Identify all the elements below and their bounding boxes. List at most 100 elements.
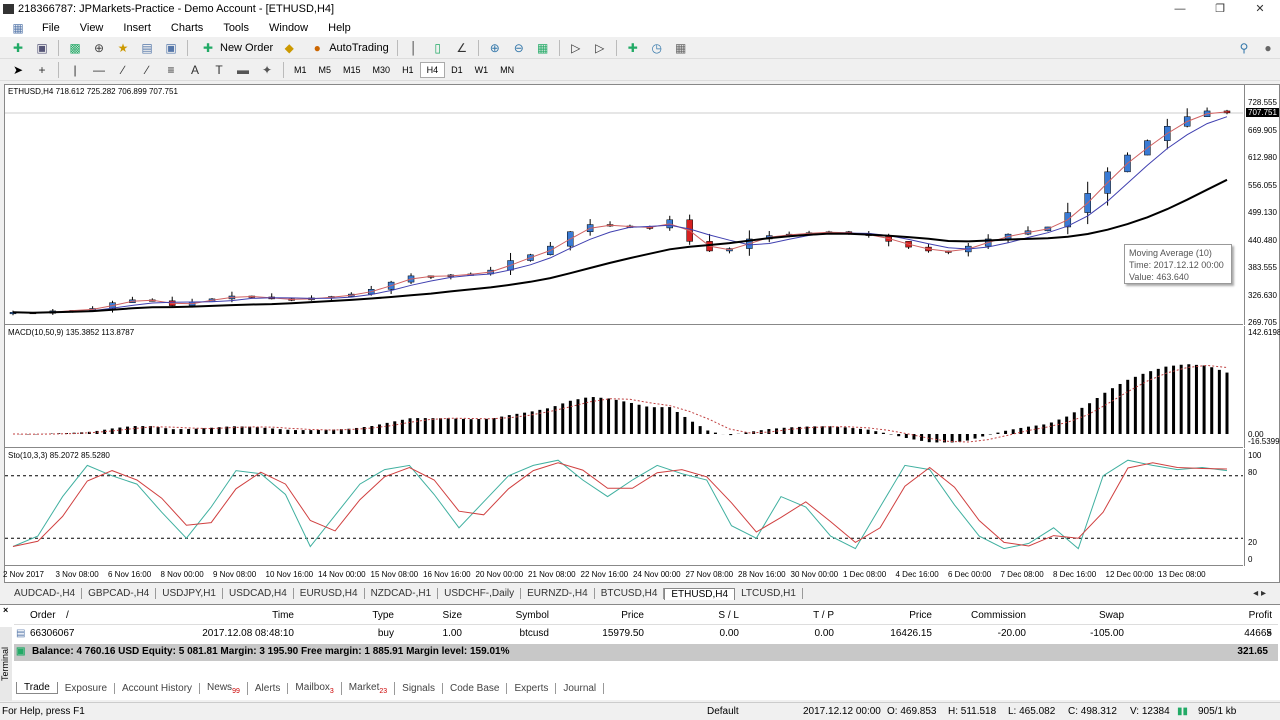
fibonacci-icon[interactable]: ≡ [163,62,179,78]
text-label-icon[interactable]: T [211,62,227,78]
arrows-icon[interactable]: ✦ [259,62,275,78]
minimize-button[interactable]: — [1165,0,1195,18]
column-header[interactable]: S / L [718,610,739,621]
trendline-icon[interactable]: ∕ [115,62,131,78]
menu-tools[interactable]: Tools [213,22,259,34]
timeframe-h4[interactable]: H4 [419,61,446,78]
menu-insert[interactable]: Insert [113,22,161,34]
column-header[interactable]: Time [272,610,294,621]
terminal-tab-code-base[interactable]: Code Base [443,682,508,694]
restore-button[interactable]: ❐ [1205,0,1235,18]
indicators-icon[interactable]: ✚ [625,40,641,56]
chart-tab[interactable]: USDJPY,H1 [156,588,223,599]
new-order-button[interactable]: ✚ New Order [192,40,277,56]
chart-tab[interactable]: EURUSD,H4 [294,588,365,599]
profiles-icon[interactable]: ▣ [34,40,50,56]
terminal-tab-exposure[interactable]: Exposure [58,682,116,694]
close-terminal-icon[interactable]: × [3,605,8,615]
column-header[interactable]: Symbol [516,610,549,621]
column-header[interactable]: Commission [971,610,1026,621]
timeframe-mn[interactable]: MN [494,63,520,77]
cursor-icon[interactable]: ➤ [10,62,26,78]
terminal-side-label: Terminal [0,627,12,701]
tab-scroll-arrows[interactable]: ◂ ▸ [1247,588,1272,599]
bar-chart-icon[interactable]: │ [406,40,422,56]
auto-scroll-icon[interactable]: ▷ [568,40,584,56]
terminal-tab-news[interactable]: News99 [200,681,248,695]
chart-tab[interactable]: GBPCAD-,H4 [82,588,157,599]
column-header[interactable]: Size [443,610,462,621]
timeframe-m5[interactable]: M5 [313,63,338,77]
timeframe-d1[interactable]: D1 [445,63,469,77]
column-header[interactable]: Swap [1099,610,1124,621]
terminal-tab-experts[interactable]: Experts [507,682,557,694]
navigator-icon[interactable]: ★ [115,40,131,56]
autotrading-button[interactable]: ● AutoTrading [301,40,393,56]
terminal-tab-alerts[interactable]: Alerts [248,682,289,694]
menu-view[interactable]: View [70,22,114,34]
app-menu-icon[interactable]: ▦ [8,20,28,36]
stochastic-pane[interactable]: Sto(10,3,3) 85.2072 85.5280 [5,449,1243,566]
data-window-icon[interactable]: ⊕ [91,40,107,56]
crosshair-icon[interactable]: + [34,62,50,78]
terminal-tab-trade[interactable]: Trade [16,682,58,694]
rectangle-icon[interactable]: ▬ [235,62,251,78]
terminal-icon[interactable]: ▤ [139,40,155,56]
column-header[interactable]: Profit [1249,610,1272,621]
templates-icon[interactable]: ▦ [673,40,689,56]
new-chart-icon[interactable]: ✚ [10,40,26,56]
close-order-icon[interactable]: × [1266,628,1272,639]
zoom-out-icon[interactable]: ⊖ [511,40,527,56]
table-row[interactable]: ▤ 66306067 2017.12.08 08:48:10 buy 1.00 btcus… [14,626,1278,643]
column-header[interactable]: Price [909,610,932,621]
tile-windows-icon[interactable]: ▦ [535,40,551,56]
community-icon[interactable]: ● [1260,40,1276,56]
periods-icon[interactable]: ◷ [649,40,665,56]
chart-tab[interactable]: LTCUSD,H1 [735,588,803,599]
chart-tab[interactable]: AUDCAD-,H4 [8,588,83,599]
line-chart-icon[interactable]: ∠ [454,40,470,56]
timeframe-m1[interactable]: M1 [288,63,313,77]
terminal-tab-account-history[interactable]: Account History [115,682,201,694]
timeframe-m30[interactable]: M30 [367,63,397,77]
price-axis[interactable]: 728.555 669.905 612.980 556.055 499.130 440.4… [1244,85,1280,327]
macd-pane[interactable]: MACD(10,50,9) 135.3852 113.8787 [5,326,1243,448]
vertical-line-icon[interactable]: | [67,62,83,78]
candlestick-icon[interactable]: ▯ [430,40,446,56]
market-watch-icon[interactable]: ▩ [67,40,83,56]
menu-charts[interactable]: Charts [161,22,213,34]
timeframe-h1[interactable]: H1 [396,63,420,77]
price-pane[interactable]: ETHUSD,H4 718.612 725.282 706.899 707.75… [5,85,1243,325]
order-cell-sl: 0.00 [719,628,739,639]
terminal-tab-signals[interactable]: Signals [395,682,443,694]
close-button[interactable]: ✕ [1245,0,1275,18]
horizontal-line-icon[interactable]: — [91,62,107,78]
zoom-in-icon[interactable]: ⊕ [487,40,503,56]
menu-file[interactable]: File [32,22,70,34]
chart-tab[interactable]: BTCUSD,H4 [595,588,665,599]
terminal-tab-mailbox[interactable]: Mailbox3 [288,681,342,695]
column-header[interactable]: Order [30,610,56,621]
menu-help[interactable]: Help [318,22,361,34]
chart-tab[interactable]: EURNZD-,H4 [521,588,595,599]
terminal-tab-journal[interactable]: Journal [556,682,605,694]
timeframe-m15[interactable]: M15 [337,63,367,77]
metaeditor-icon[interactable]: ◆ [281,40,297,56]
column-header[interactable]: Type [372,610,394,621]
chart-tab[interactable]: NZDCAD-,H1 [365,588,439,599]
chart-tab[interactable]: ETHUSD,H4 [664,587,736,600]
terminal-tab-market[interactable]: Market23 [342,681,396,695]
menu-window[interactable]: Window [259,22,318,34]
timeframe-w1[interactable]: W1 [469,63,495,77]
text-icon[interactable]: A [187,62,203,78]
strategy-tester-icon[interactable]: ▣ [163,40,179,56]
chart-window[interactable]: ETHUSD,H4 718.612 725.282 706.899 707.75… [3,84,1280,583]
search-icon[interactable]: ⚲ [1236,40,1252,56]
column-header[interactable]: Price [621,610,644,621]
chart-tab[interactable]: USDCAD,H4 [223,588,294,599]
chart-shift-icon[interactable]: ▷ [592,40,608,56]
stochastic-svg [5,459,1243,550]
column-header[interactable]: T / P [813,610,834,621]
equidistant-channel-icon[interactable]: ∕ [139,62,155,78]
chart-tab[interactable]: USDCHF-,Daily [438,588,522,599]
